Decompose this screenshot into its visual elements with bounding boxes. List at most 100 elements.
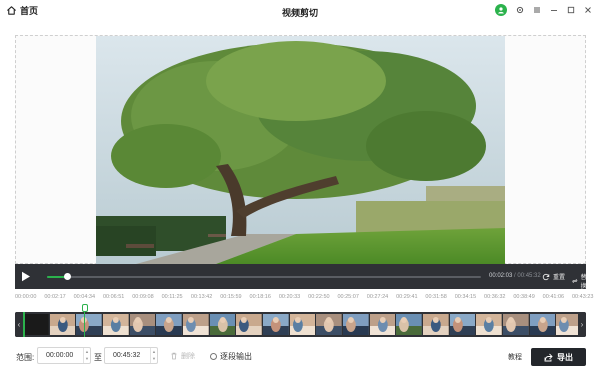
bottom-bar: 范围: 00:00:00 ▲ ▼ 至 00:45:32 ▲ ▼ 删除 逐段输出 … (0, 342, 600, 372)
start-time-input[interactable]: 00:00:00 ▲ ▼ (37, 347, 91, 364)
timeline-thumbnail (129, 314, 157, 335)
ruler-tick-label: 00:43:23 (572, 294, 594, 300)
end-time-value: 00:45:32 (113, 352, 141, 359)
timeline-thumbnail (209, 314, 237, 335)
timeline-thumbnail (476, 314, 504, 335)
reset-button[interactable]: 重置 (542, 272, 565, 281)
ruler-tick-label: 00:04:34 (73, 294, 96, 300)
total-time: 00:45:32 (517, 273, 541, 279)
timeline-thumbnail (183, 314, 210, 335)
ruler-tick-label: 00:00:00 (15, 294, 37, 300)
reset-label: 重置 (553, 275, 566, 281)
ruler-tick-label: 00:20:33 (278, 294, 301, 300)
maximize-icon (567, 6, 574, 14)
video-frame-image (96, 36, 505, 264)
ruler-tick-label: 00:25:07 (337, 294, 359, 300)
end-time-input[interactable]: 00:45:32 ▲ ▼ (104, 347, 158, 364)
ruler-tick-label: 00:29:41 (396, 294, 418, 300)
timeline-thumbnail (103, 314, 130, 335)
timeline-thumbnail (49, 314, 77, 335)
timeline-thumbnail (449, 314, 477, 335)
timeline-thumbnail (369, 314, 397, 335)
ruler-tick-label: 00:18:16 (249, 294, 271, 300)
ruler-tick-label: 00:11:25 (161, 294, 183, 300)
ruler-tick-label: 00:27:24 (366, 294, 389, 300)
timeline-thumbnail (156, 314, 184, 335)
end-time-stepper[interactable]: ▲ ▼ (150, 348, 157, 363)
ruler-tick-label: 00:36:32 (484, 294, 506, 300)
timeline-thumbnail (23, 314, 50, 335)
current-time: 00:02:03 (489, 273, 513, 279)
timeline-thumbnail (316, 314, 344, 335)
play-icon[interactable] (21, 271, 31, 282)
timeline-thumbnail (503, 314, 530, 335)
timeline-thumbnail (396, 314, 424, 335)
menu-icon (533, 7, 540, 13)
ruler-tick-label: 00:09:08 (132, 294, 154, 300)
minimize-icon (550, 10, 557, 11)
timeline-scroll-right[interactable]: › (578, 312, 586, 337)
timeline-thumbnail (529, 314, 557, 335)
replace-button[interactable]: 替换 (572, 272, 589, 290)
playhead-handle[interactable] (82, 304, 88, 312)
stepper-up-icon[interactable]: ▲ (85, 349, 89, 354)
playhead-line (84, 312, 85, 337)
trash-icon (171, 352, 177, 360)
progress-knob[interactable] (63, 273, 71, 280)
ruler-tick-label: 00:02:17 (44, 294, 66, 300)
timeline-scroll-left[interactable]: ‹ (15, 312, 23, 337)
time-separator: / (514, 273, 516, 279)
timeline-strip[interactable]: ‹ › (15, 312, 586, 337)
ruler-tick-label: 00:22:50 (308, 294, 330, 300)
timeline-thumbnail (263, 314, 290, 335)
close-button[interactable] (583, 6, 592, 15)
refresh-icon (542, 273, 550, 280)
replace-label: 替换 (580, 275, 587, 290)
stepper-up-icon[interactable]: ▲ (152, 349, 156, 354)
maximize-button[interactable] (566, 6, 575, 15)
menu-button[interactable] (532, 6, 541, 15)
title-bar: 首页 视频剪切 (0, 0, 600, 24)
close-icon (584, 7, 591, 13)
to-label: 至 (94, 353, 102, 362)
swap-icon (572, 279, 578, 283)
stepper-down-icon[interactable]: ▼ (152, 357, 156, 361)
window-controls (495, 4, 592, 16)
player-control-bar: 00:02:03 / 00:45:32 重置 替换 (15, 264, 589, 290)
selection-start-handle[interactable] (23, 312, 25, 337)
start-time-value: 00:00:00 (46, 352, 74, 359)
user-avatar[interactable] (495, 4, 507, 16)
ruler-tick-label: 00:31:58 (425, 294, 447, 300)
timeline-thumbnail (289, 314, 317, 335)
ruler-tick-label: 00:38:49 (513, 294, 535, 300)
share-icon (544, 353, 553, 361)
segment-output-option[interactable]: 逐段输出 (210, 351, 252, 362)
segment-output-radio[interactable] (210, 353, 217, 360)
time-readout: 00:02:03 / 00:45:32 (489, 273, 541, 279)
settings-icon (516, 6, 523, 14)
delete-label: 删除 (181, 353, 195, 360)
ruler-tick-label: 00:15:59 (220, 294, 242, 300)
stepper-down-icon[interactable]: ▼ (85, 357, 89, 361)
start-time-stepper[interactable]: ▲ ▼ (83, 348, 90, 363)
settings-button[interactable] (515, 6, 524, 15)
delete-button[interactable]: 删除 (170, 351, 195, 361)
range-label: 范围: (16, 353, 35, 362)
tutorial-link[interactable]: 教程 (508, 352, 522, 362)
timeline-thumbnail (343, 314, 370, 335)
timeline-thumbnail (423, 314, 450, 335)
export-button[interactable]: 导出 (531, 348, 586, 366)
ruler-tick-label: 00:06:51 (102, 294, 125, 300)
progress-track[interactable] (47, 273, 481, 280)
timeline-thumbnail (76, 314, 104, 335)
minimize-button[interactable] (549, 6, 558, 15)
user-avatar-icon (498, 7, 504, 14)
video-preview[interactable] (96, 36, 505, 264)
segment-output-label: 逐段输出 (220, 352, 252, 361)
timeline-ruler: 00:00:00 00:02:17 00:04:34 00:06:51 00:09:08… (15, 294, 593, 304)
export-label: 导出 (557, 352, 573, 362)
ruler-tick-label: 00:34:15 (454, 294, 477, 300)
thumbnail-strip (23, 314, 584, 335)
timeline-thumbnail (236, 314, 264, 335)
ruler-tick-label: 00:41:06 (542, 294, 565, 300)
